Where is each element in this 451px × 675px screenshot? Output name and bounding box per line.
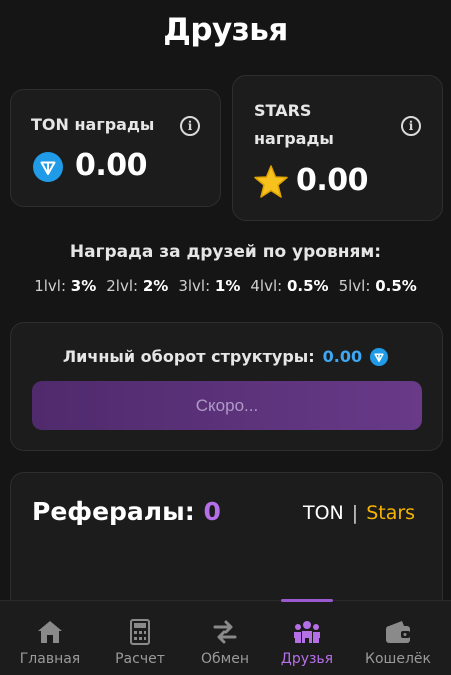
ton-coin-icon — [33, 152, 63, 182]
nav-item-wallet[interactable]: Кошелёк — [356, 601, 440, 675]
nav-item-friends[interactable]: Друзья — [265, 599, 349, 675]
exchange-icon — [213, 620, 237, 644]
nav-item-exchange[interactable]: Обмен — [183, 601, 267, 675]
calculator-icon — [130, 619, 150, 645]
turnover-label: Личный оборот структуры: — [62, 347, 315, 366]
soon-button[interactable]: Скоро... — [32, 381, 422, 430]
stars-rewards-card: STARS награды i 0.00 — [232, 75, 443, 221]
level-item: 4lvl: 0.5% — [250, 277, 329, 295]
level-item: 3lvl: 1% — [178, 277, 241, 295]
stars-rewards-info-icon[interactable]: i — [401, 116, 421, 136]
ton-coin-icon — [370, 347, 389, 366]
ton-rewards-amount: 0.00 — [75, 148, 148, 183]
level-item: 5lvl: 0.5% — [338, 277, 417, 295]
nav-item-home[interactable]: Главная — [8, 601, 92, 675]
friends-icon — [294, 621, 320, 643]
stars-rewards-label-line1: STARS — [254, 101, 312, 120]
ton-rewards-info-icon[interactable]: i — [180, 116, 200, 136]
levels-title: Награда за друзей по уровням: — [69, 242, 382, 262]
level-item: 1lvl: 3% — [34, 277, 97, 295]
nav-item-calc[interactable]: Расчет — [98, 601, 182, 675]
ton-rewards-label: TON награды — [31, 115, 155, 134]
bottom-nav: Главная Расчет Обмен Друзья Кошелёк — [0, 599, 451, 675]
referrals-count: 0 — [203, 497, 221, 526]
toggle-stars[interactable]: Stars — [366, 502, 415, 524]
toggle-separator: | — [351, 502, 359, 524]
wallet-icon — [386, 621, 410, 643]
page-title: Друзья — [163, 12, 288, 48]
level-item: 2lvl: 2% — [106, 277, 169, 295]
star-icon — [254, 165, 288, 198]
levels-row: 1lvl: 3% 2lvl: 2% 3lvl: 1% 4lvl: 0.5% 5l… — [0, 277, 451, 295]
active-indicator — [281, 599, 333, 602]
toggle-ton[interactable]: TON — [303, 502, 344, 524]
stars-rewards-amount: 0.00 — [296, 163, 369, 198]
ton-rewards-card: TON награды i 0.00 — [10, 89, 221, 207]
currency-toggle: TON | Stars — [303, 502, 415, 524]
referrals-title: Рефералы: 0 — [32, 497, 221, 526]
turnover-row: Личный оборот структуры: 0.00 — [0, 347, 451, 366]
stars-rewards-label-line2: награды — [254, 129, 334, 148]
turnover-value: 0.00 — [322, 347, 363, 366]
home-icon — [38, 621, 62, 643]
